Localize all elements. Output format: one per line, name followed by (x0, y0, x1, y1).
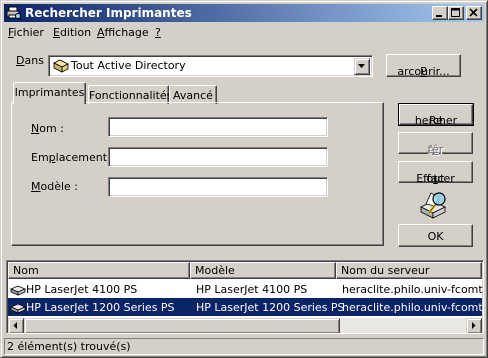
browse-button[interactable]: Parcourir... (386, 54, 461, 78)
stop-button[interactable]: Arr ê ter (398, 132, 473, 156)
directory-icon (53, 59, 69, 73)
result-server: heraclite.philo.univ-fcomte.fr (342, 301, 483, 314)
tab-panel-imprimantes: Nom : Emplacement : Modèle : (11, 102, 384, 246)
result-server: heraclite.philo.univ-fcomte.fr (342, 283, 483, 296)
menu-affichage[interactable]: Affichage (97, 26, 149, 39)
chevron-left-icon (13, 322, 17, 329)
menu-edition[interactable]: Edition (53, 26, 91, 39)
maximize-icon (451, 8, 460, 17)
scroll-left-button[interactable] (8, 318, 24, 333)
find-printers-window: Rechercher Imprimantes Fichier Edition A… (0, 0, 488, 358)
location-input[interactable] (108, 147, 328, 167)
horizontal-scrollbar[interactable] (8, 318, 482, 333)
printer-icon (10, 303, 26, 314)
tab-imprimantes[interactable]: Imprimantes (13, 82, 86, 104)
menu-bar: Fichier Edition Affichage ? (4, 23, 484, 41)
maximize-button[interactable] (448, 6, 464, 20)
result-model: HP LaserJet 4100 PS (196, 283, 308, 296)
menu-fichier[interactable]: Fichier (8, 26, 44, 39)
chevron-right-icon (472, 322, 476, 329)
scope-combobox[interactable]: Tout Active Directory (48, 55, 373, 77)
window-title: Rechercher Imprimantes (25, 6, 192, 20)
model-input[interactable] (108, 177, 328, 197)
clear-all-button[interactable]: Effacer t out (398, 161, 473, 185)
results-list[interactable]: Nom Modèle Nom du serveur HP LaserJet 41… (6, 260, 484, 334)
ok-button[interactable]: OK (398, 224, 473, 247)
location-label: Emplacement : (31, 151, 115, 164)
result-name: HP LaserJet 1200 Series PS (26, 301, 175, 314)
minimize-icon (436, 15, 442, 17)
status-text: 2 élément(s) trouvé(s) (7, 340, 131, 353)
close-icon (469, 8, 478, 17)
result-row-selected[interactable]: HP LaserJet 1200 Series PS HP LaserJet 1… (8, 298, 483, 316)
scroll-right-button[interactable] (466, 318, 482, 333)
model-label: Modèle : (31, 180, 79, 193)
printer-search-icon (6, 6, 22, 21)
column-header-server[interactable]: Nom du serveur (336, 262, 482, 279)
close-button[interactable] (466, 6, 482, 20)
result-name: HP LaserJet 4100 PS (26, 283, 138, 296)
scope-dropdown-button[interactable] (354, 58, 370, 75)
scroll-thumb[interactable] (24, 318, 340, 333)
chevron-down-icon (358, 64, 365, 68)
column-header-name[interactable]: Nom (8, 262, 190, 279)
magnifying-glass-printer-icon (420, 192, 446, 219)
scope-selected-value: Tout Active Directory (71, 59, 186, 72)
printer-icon (10, 285, 26, 296)
menu-help[interactable]: ? (155, 26, 161, 39)
scope-label: Dans : (16, 54, 52, 67)
title-bar[interactable]: Rechercher Imprimantes (4, 4, 484, 22)
name-label: Nom : (31, 122, 64, 135)
status-bar: 2 élément(s) trouvé(s) (4, 338, 484, 355)
minimize-button[interactable] (432, 6, 448, 20)
result-row[interactable]: HP LaserJet 4100 PS HP LaserJet 4100 PS … (8, 280, 483, 298)
column-header-model[interactable]: Modèle (190, 262, 336, 279)
name-input[interactable] (108, 117, 328, 137)
search-button[interactable]: Re c hercher (398, 103, 474, 127)
result-model: HP LaserJet 1200 Series PS (196, 301, 345, 314)
